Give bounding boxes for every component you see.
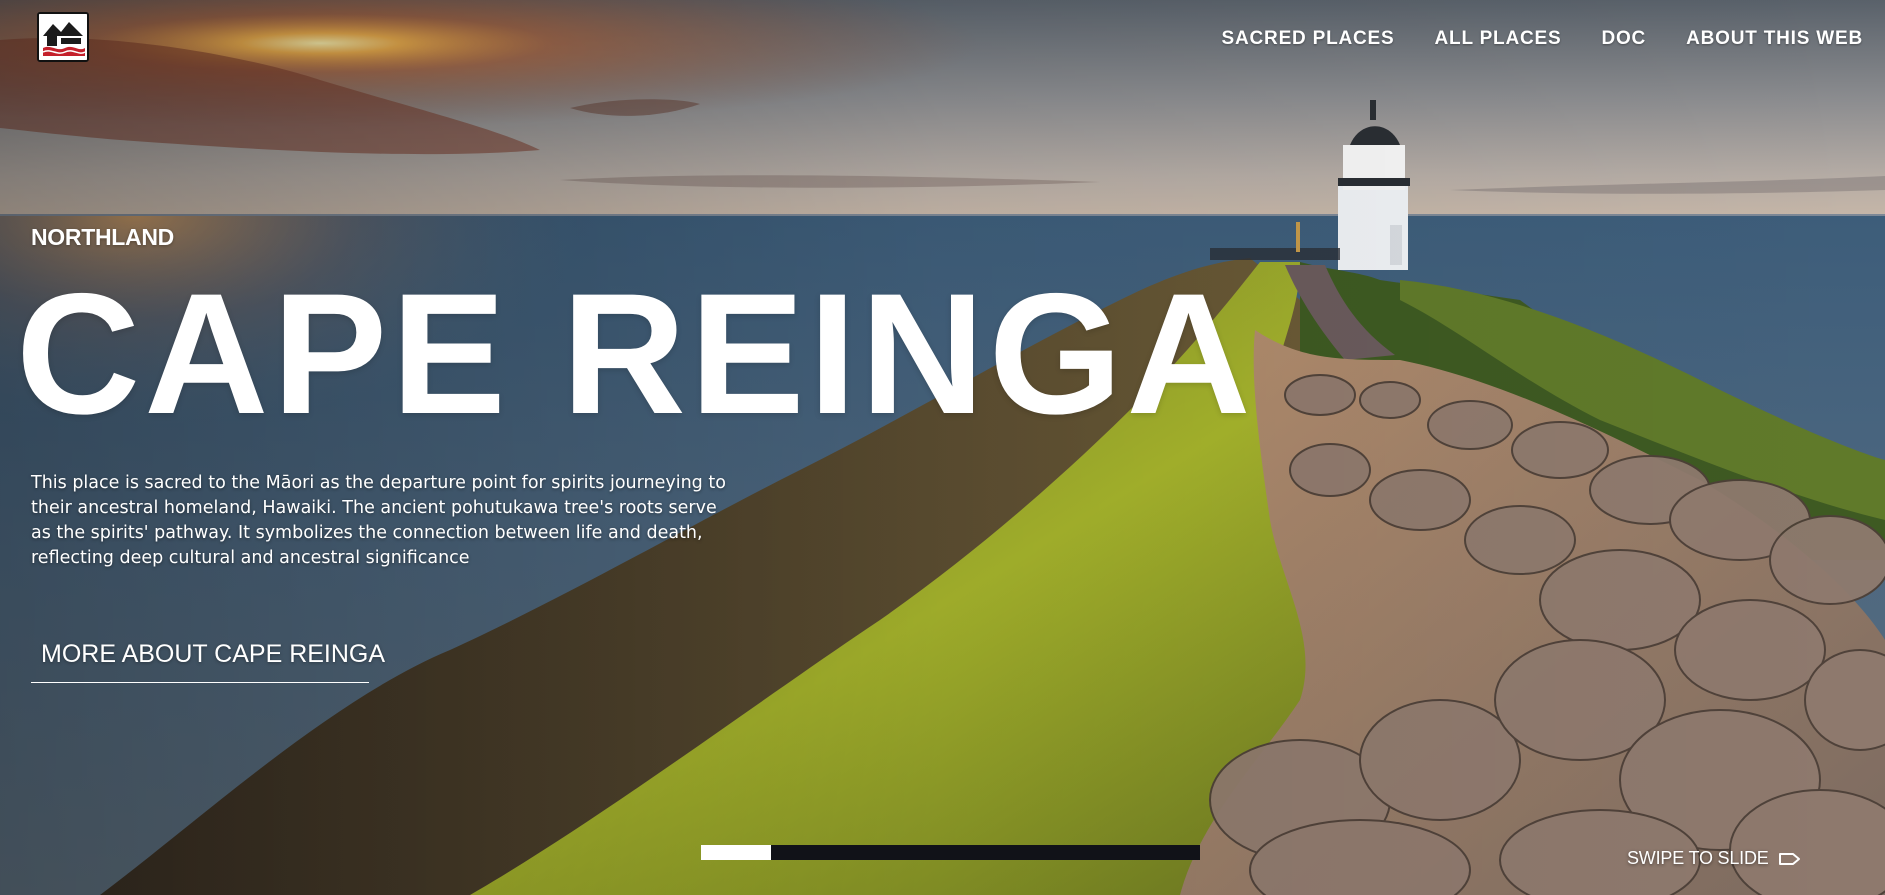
swipe-to-slide[interactable]: SWIPE TO SLIDE (1627, 848, 1801, 869)
nav-doc[interactable]: DOC (1601, 28, 1646, 50)
place-description: This place is sacred to the Māori as the… (31, 473, 726, 568)
page-title: CAPE REINGA (16, 258, 1255, 450)
swipe-label: SWIPE TO SLIDE (1627, 848, 1769, 868)
arrow-right-icon (1778, 852, 1801, 866)
more-about-link[interactable]: MORE ABOUT CAPE REINGA (31, 640, 385, 683)
slide-progress-bar[interactable] (701, 845, 1200, 860)
main-nav: SACRED PLACES ALL PLACES DOC ABOUT THIS … (1182, 28, 1863, 50)
nav-all-places[interactable]: ALL PLACES (1435, 28, 1562, 50)
region-label: NORTHLAND (31, 224, 174, 250)
nav-sacred-places[interactable]: SACRED PLACES (1222, 28, 1395, 50)
site-logo[interactable] (37, 12, 89, 62)
slide-progress-fill (701, 845, 771, 860)
nav-about[interactable]: ABOUT THIS WEB (1686, 28, 1863, 50)
